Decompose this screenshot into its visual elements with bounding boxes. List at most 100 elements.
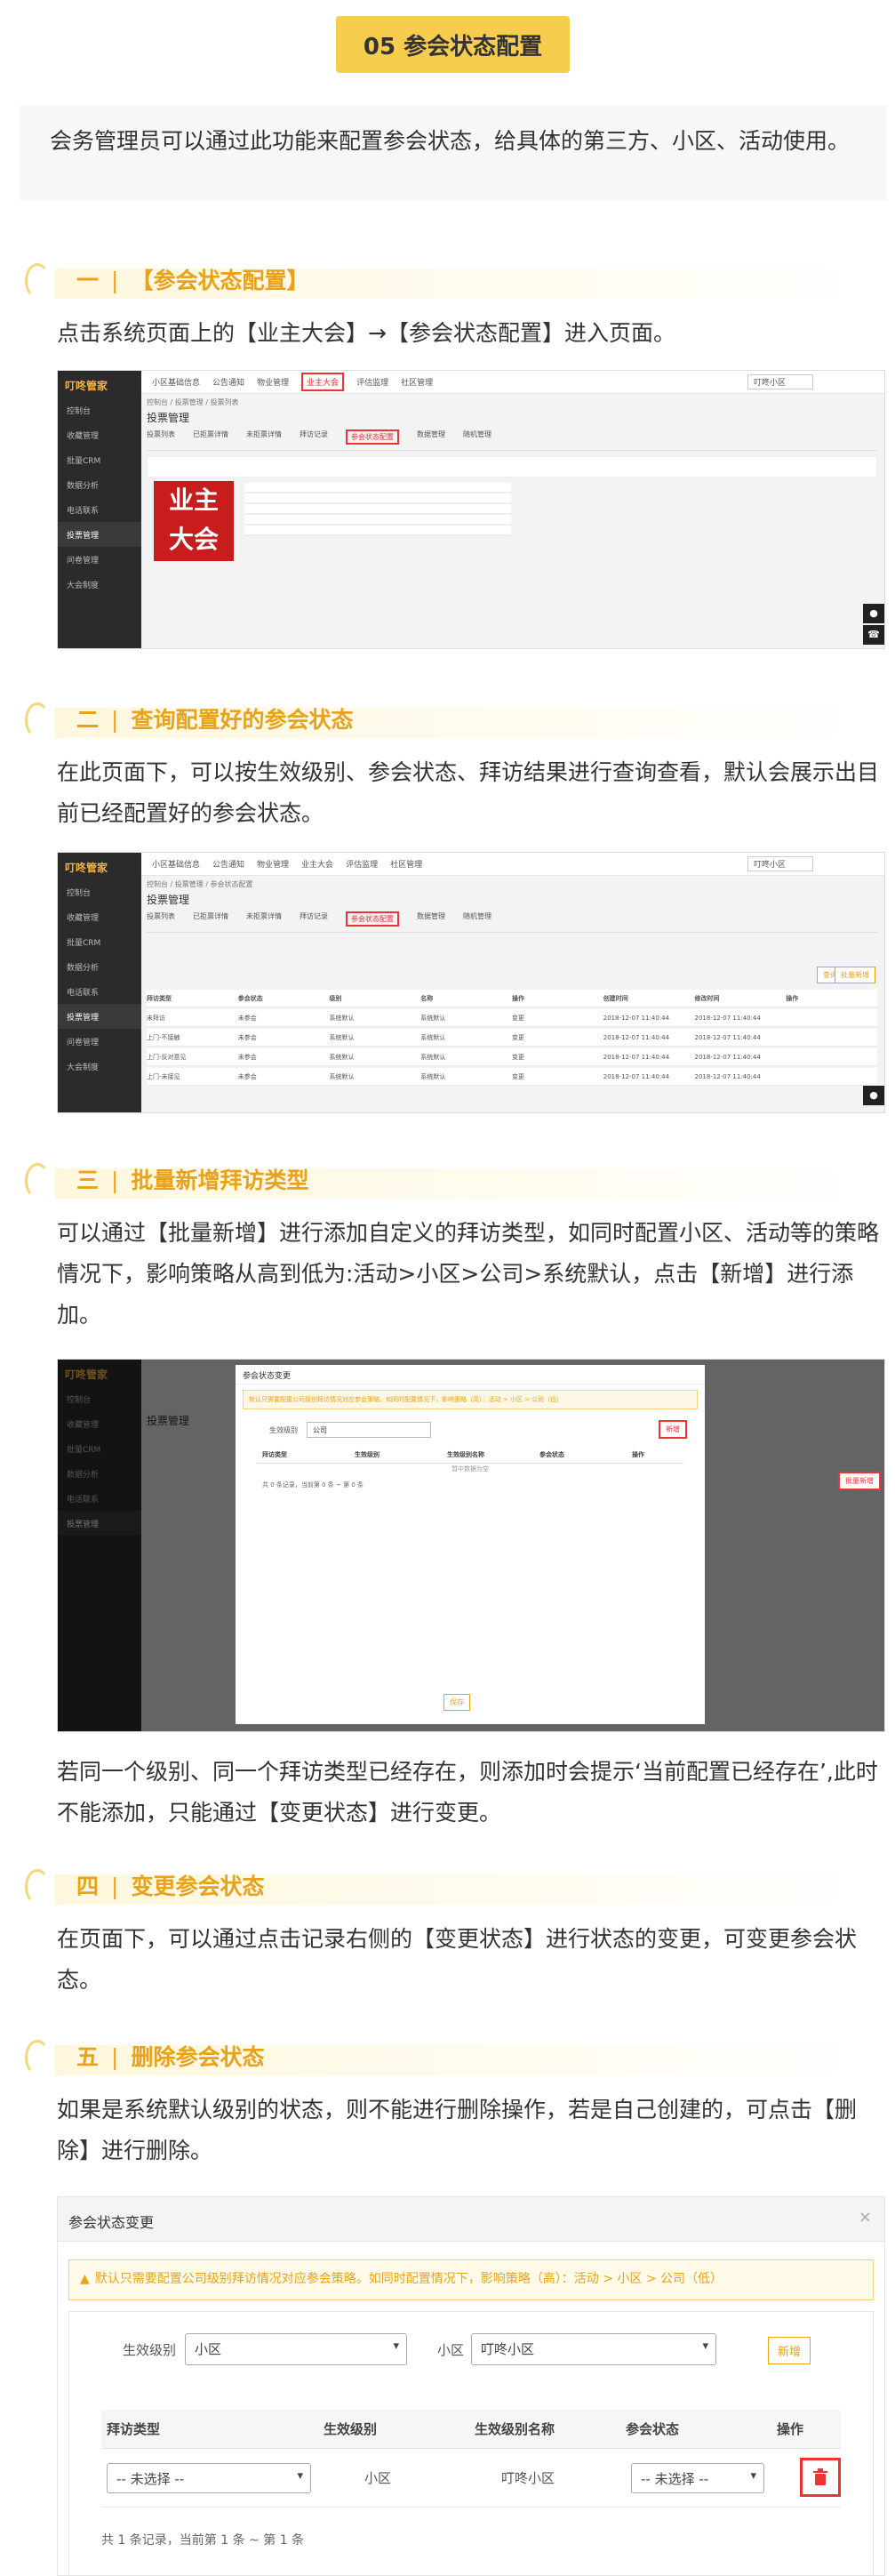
breadcrumb: 控制台 / 投票管理 / 参会状态配置 xyxy=(147,880,253,888)
tab[interactable]: 已拒票详情 xyxy=(193,911,228,927)
column-header: 生效级别名称 xyxy=(475,2421,555,2437)
tab[interactable]: 拜访记录 xyxy=(300,429,328,445)
swirl-icon xyxy=(25,2040,50,2075)
nav-item[interactable]: 评估监理 xyxy=(356,376,388,388)
nav-item[interactable]: 物业管理 xyxy=(257,376,289,388)
app-logo: 叮咚管家 xyxy=(65,862,108,874)
tabs: 投票列表 已拒票详情 未拒票详情 拜访记录 参会状态配置 数据管理 随机管理 xyxy=(147,911,877,933)
change-link[interactable]: 变更 xyxy=(512,1072,603,1081)
add-button[interactable]: 新增 xyxy=(767,2337,811,2364)
sidebar-item[interactable]: 问卷管理 xyxy=(58,547,141,572)
change-link[interactable]: 变更 xyxy=(512,1053,603,1062)
screenshot-config-list: 叮咚管家 控制台 收藏管理 批量CRM 数据分析 电话联系 投票管理 问卷管理 … xyxy=(57,852,885,1113)
sidebar-item[interactable]: 数据分析 xyxy=(58,954,141,979)
sidebar-item[interactable]: 电话联系 xyxy=(58,497,141,522)
section-number: 四 xyxy=(76,1874,100,1899)
nav-item[interactable]: 公告通知 xyxy=(212,376,244,388)
sidebar-item[interactable]: 电话联系 xyxy=(58,979,141,1004)
column-header: 参会状态 xyxy=(539,1451,564,1458)
sidebar-item[interactable]: 投票管理 xyxy=(58,522,141,547)
chat-icon[interactable]: ● xyxy=(863,1086,884,1105)
nav-item[interactable]: 评估监理 xyxy=(346,858,378,870)
column-header: 参会状态 xyxy=(237,994,263,1002)
tab[interactable]: 随机管理 xyxy=(463,429,491,445)
sidebar-item[interactable]: 控制台 xyxy=(58,879,141,904)
nav-item[interactable]: 小区基础信息 xyxy=(152,858,200,870)
section-5-text: 如果是系统默认级别的状态，则不能进行删除操作，若是自己创建的，可点击【删除】进行… xyxy=(57,2097,858,2163)
swirl-icon xyxy=(25,702,50,738)
community-select[interactable]: 叮咚小区 xyxy=(747,374,813,389)
tab[interactable]: 投票列表 xyxy=(147,911,175,927)
sidebar-item[interactable]: 收藏管理 xyxy=(58,422,141,447)
save-button[interactable]: 保存 xyxy=(444,1694,470,1711)
app-page-title: 投票管理 xyxy=(147,412,190,424)
visit-type-select[interactable]: -- 未选择 -- xyxy=(107,2463,311,2493)
empty-text: 暂中数据为空 xyxy=(451,1465,489,1473)
section-2-text: 在此页面下，可以按生效级别、参会状态、拜访结果进行查询查看，默认会展示出目前已经… xyxy=(57,759,880,826)
tab[interactable]: 拜访记录 xyxy=(300,911,328,927)
swirl-icon xyxy=(25,1869,50,1905)
nav-item[interactable]: 物业管理 xyxy=(257,858,289,870)
screenshot-vote-list: 叮咚管家 控制台 收藏管理 批量CRM 数据分析 电话联系 投票管理 问卷管理 … xyxy=(57,370,885,649)
column-header: 拜访类型 xyxy=(147,994,172,1002)
chat-icon[interactable]: ● xyxy=(863,604,884,623)
tab[interactable]: 投票列表 xyxy=(147,429,175,445)
top-nav: 小区基础信息 公告通知 物业管理 业主大会 评估监理 社区管理 叮咚小区 xyxy=(141,371,884,394)
modal-add-button[interactable]: 新增 xyxy=(659,1420,687,1439)
status-modal: 参会状态变更 默认只需要配置公司级别拜访情况对应参会策略。如同时配置情况下，影响… xyxy=(236,1365,705,1724)
section-number: 五 xyxy=(76,2044,100,2070)
sidebar-item[interactable]: 大会制度 xyxy=(58,1054,141,1079)
level-select[interactable]: 小区 xyxy=(185,2333,407,2365)
column-header: 操作 xyxy=(632,1451,644,1458)
status-select[interactable]: -- 未选择 -- xyxy=(631,2463,764,2493)
section-title: 【参会状态配置】 xyxy=(131,268,309,293)
section-title: 批量新增拜访类型 xyxy=(131,1168,309,1193)
batch-add-button[interactable]: 批量新增 xyxy=(835,967,875,983)
phone-icon[interactable]: ☎ xyxy=(863,625,884,645)
level-label: 生效级别 xyxy=(123,2342,177,2358)
app-logo: 叮咚管家 xyxy=(65,380,108,392)
record-count: 共 1 条记录，当前第 1 条 ~ 第 1 条 xyxy=(101,2533,305,2548)
app-page-title: 投票管理 xyxy=(147,894,190,906)
nav-item[interactable]: 社区管理 xyxy=(390,858,422,870)
tab[interactable]: 已拒票详情 xyxy=(193,429,228,445)
tab[interactable]: 未拒票详情 xyxy=(246,911,282,927)
column-header: 名称 xyxy=(420,994,434,1002)
table-row: 上门-反对意见 未参会 系统默认 系统默认 变更 2018-12-07 11:40:44 2… xyxy=(147,1048,877,1066)
sidebar-item[interactable]: 数据分析 xyxy=(58,472,141,497)
change-link[interactable]: 变更 xyxy=(512,1014,603,1023)
community-select[interactable]: 叮咚小区 xyxy=(471,2333,716,2365)
nav-item[interactable]: 小区基础信息 xyxy=(152,376,200,388)
screenshot-batch-add: 叮咚管家 控制台 收藏管理 批量CRM 数据分析 电话联系 投票管理 投票管理 … xyxy=(57,1359,885,1732)
sidebar-item[interactable]: 批量CRM xyxy=(58,447,141,472)
close-icon[interactable]: × xyxy=(859,2208,872,2227)
section-number: 三 xyxy=(76,1168,100,1193)
table-row: -- 未选择 -- 小区 叮咚小区 -- 未选择 -- xyxy=(101,2449,841,2508)
community-select[interactable]: 叮咚小区 xyxy=(747,856,813,871)
change-link[interactable]: 变更 xyxy=(512,1033,603,1042)
sidebar-item[interactable]: 大会制度 xyxy=(58,572,141,597)
swirl-icon xyxy=(25,263,50,299)
level-select[interactable]: 公司 xyxy=(307,1422,431,1438)
batch-add-button-highlighted[interactable]: 批量新增 xyxy=(838,1472,881,1490)
delete-button[interactable] xyxy=(800,2458,841,2497)
tab[interactable]: 数据管理 xyxy=(417,911,445,927)
section-5-header: 五 | 删除参会状态 xyxy=(20,2036,891,2081)
nav-item[interactable]: 公告通知 xyxy=(212,858,244,870)
sidebar-item[interactable]: 控制台 xyxy=(58,397,141,422)
tab[interactable]: 数据管理 xyxy=(417,429,445,445)
sidebar-item[interactable]: 投票管理 xyxy=(58,1004,141,1029)
section-1-text: 点击系统页面上的【业主大会】→【参会状态配置】进入页面。 xyxy=(57,320,675,346)
app-sidebar: 叮咚管家 控制台 收藏管理 批量CRM 数据分析 电话联系 投票管理 问卷管理 … xyxy=(58,371,141,648)
nav-item[interactable]: 业主大会 xyxy=(301,858,333,870)
nav-item[interactable]: 社区管理 xyxy=(401,376,433,388)
tab[interactable]: 随机管理 xyxy=(463,911,491,927)
nav-item-highlighted[interactable]: 业主大会 xyxy=(301,373,345,391)
sidebar-item[interactable]: 收藏管理 xyxy=(58,904,141,929)
section-title: 删除参会状态 xyxy=(131,2044,265,2070)
tab[interactable]: 未拒票详情 xyxy=(246,429,282,445)
sidebar-item[interactable]: 批量CRM xyxy=(58,929,141,954)
tab-highlighted[interactable]: 参会状态配置 xyxy=(346,911,399,927)
sidebar-item[interactable]: 问卷管理 xyxy=(58,1029,141,1054)
tab-highlighted[interactable]: 参会状态配置 xyxy=(346,429,399,445)
